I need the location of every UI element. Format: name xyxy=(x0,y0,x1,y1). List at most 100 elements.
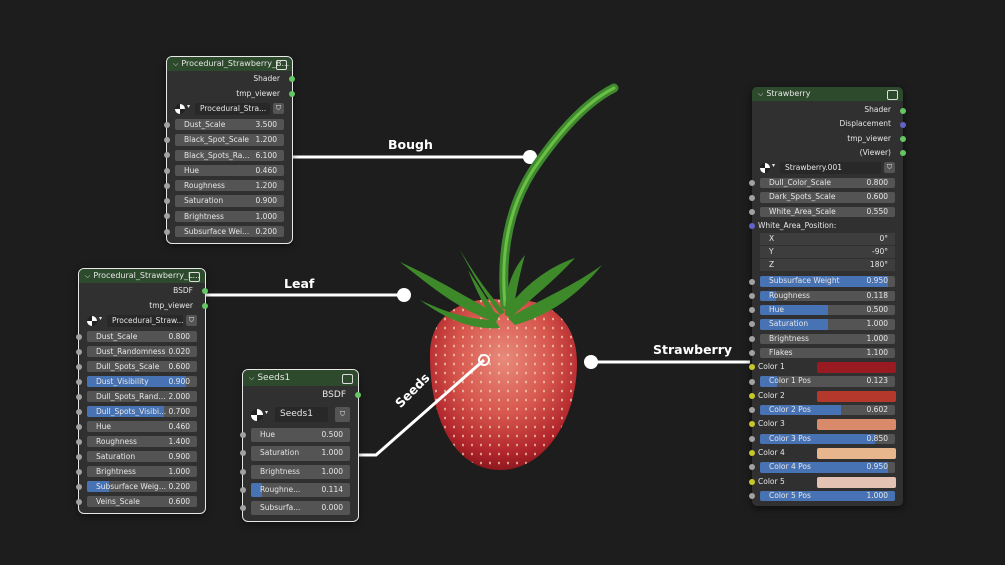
value-slider[interactable]: Dust_Randomness 0.020 xyxy=(87,346,197,357)
input-socket[interactable] xyxy=(240,487,246,494)
chevron-down-icon[interactable]: ⌵ xyxy=(85,269,90,283)
node-seeds[interactable]: ⌵ Seeds1 BSDF ▾ Seeds1 ⛉ Hue 0.500 Saturati… xyxy=(240,368,361,523)
color-swatch[interactable] xyxy=(817,390,896,402)
value-slider[interactable]: Subsurface Weig... 0.200 xyxy=(87,481,197,492)
input-socket[interactable] xyxy=(76,498,82,505)
value-slider[interactable]: Subsurfa... 0.000 xyxy=(251,501,350,516)
input-socket[interactable] xyxy=(164,152,170,159)
value-slider[interactable]: Black_Spot_Scale 1.200 xyxy=(175,134,284,146)
shield-icon[interactable]: ⛉ xyxy=(273,103,284,114)
color-swatch[interactable] xyxy=(817,447,896,459)
input-socket[interactable] xyxy=(76,348,82,355)
vector-component-field[interactable]: Y -90° xyxy=(760,246,895,259)
value-slider[interactable]: Dust_Visibility 0.900 xyxy=(87,376,197,387)
value-slider[interactable]: Brightness 1.000 xyxy=(251,464,350,479)
input-socket[interactable] xyxy=(164,213,170,220)
output-socket[interactable] xyxy=(289,90,295,97)
node-header[interactable]: ⌵ Procedural_Strawberry_L... xyxy=(79,269,205,283)
input-socket[interactable] xyxy=(240,450,246,457)
value-slider[interactable]: Dark_Spots_Scale 0.600 xyxy=(760,192,895,203)
node-header[interactable]: ⌵ Procedural_Strawberry_B... xyxy=(167,57,292,71)
datablock-selector[interactable]: ▾ Procedural_Straw... ⛉ xyxy=(79,313,205,329)
color-swatch[interactable] xyxy=(817,476,896,488)
value-slider[interactable]: Subsurface Wei... 0.200 xyxy=(175,226,284,238)
value-slider[interactable]: Brightness 1.000 xyxy=(175,210,284,223)
input-socket[interactable] xyxy=(749,223,755,230)
value-slider[interactable]: Hue 0.500 xyxy=(760,304,895,316)
value-slider[interactable]: Veins_Scale 0.600 xyxy=(87,496,197,507)
chevron-down-icon[interactable]: ⌵ xyxy=(249,370,254,386)
input-socket[interactable] xyxy=(749,321,755,328)
value-slider[interactable]: Black_Spots_Ra... 6.100 xyxy=(175,149,284,161)
input-socket[interactable] xyxy=(164,167,170,174)
vector-component-field[interactable]: Z 180° xyxy=(760,259,895,272)
value-slider[interactable]: Dull_Spots_Scale 0.600 xyxy=(87,361,197,372)
datablock-selector[interactable]: ▾ Procedural_Stra... ⛉ xyxy=(167,101,292,117)
datablock-selector[interactable]: ▾ Strawberry.001 ⛉ xyxy=(752,160,903,176)
node-bough[interactable]: ⌵ Procedural_Strawberry_B... Shader tmp_v… xyxy=(164,55,295,245)
output-socket[interactable] xyxy=(900,121,906,128)
input-socket[interactable] xyxy=(164,182,170,189)
input-socket[interactable] xyxy=(76,438,82,445)
value-slider[interactable]: Dust_Scale 0.800 xyxy=(87,331,197,342)
value-slider[interactable]: Dull_Spots_Rand... 2.000 xyxy=(87,391,197,402)
output-socket[interactable] xyxy=(900,107,906,114)
input-socket[interactable] xyxy=(240,468,246,475)
value-slider[interactable]: Roughness 1.200 xyxy=(175,180,284,192)
input-socket[interactable] xyxy=(164,121,170,128)
input-socket[interactable] xyxy=(749,421,755,428)
input-socket[interactable] xyxy=(76,378,82,385)
node-strawberry[interactable]: ⌵ Strawberry Shader Displacement tmp_view… xyxy=(749,87,906,507)
value-slider[interactable]: Roughne... 0.114 xyxy=(251,482,350,498)
input-socket[interactable] xyxy=(749,378,755,385)
chevron-down-icon[interactable]: ⌵ xyxy=(173,57,178,71)
output-socket[interactable] xyxy=(202,287,208,294)
input-socket[interactable] xyxy=(76,333,82,340)
value-slider[interactable]: Roughness 0.118 xyxy=(760,290,895,301)
input-socket[interactable] xyxy=(76,468,82,475)
output-socket[interactable] xyxy=(289,75,295,82)
value-slider[interactable]: Saturation 0.900 xyxy=(175,195,284,207)
value-slider[interactable]: Hue 0.500 xyxy=(251,428,350,443)
datablock-name[interactable]: Procedural_Stra... xyxy=(195,103,270,115)
input-socket[interactable] xyxy=(164,198,170,205)
input-socket[interactable] xyxy=(749,492,755,499)
input-socket[interactable] xyxy=(749,194,755,201)
input-socket[interactable] xyxy=(164,136,170,143)
value-slider[interactable]: Color 2 Pos 0.602 xyxy=(760,405,895,416)
shield-icon[interactable]: ⛉ xyxy=(884,162,895,174)
node-group-icon[interactable] xyxy=(887,90,898,100)
input-socket[interactable] xyxy=(749,464,755,471)
value-slider[interactable]: Brightness 1.000 xyxy=(87,466,197,477)
value-slider[interactable]: Saturation 0.900 xyxy=(87,451,197,462)
value-slider[interactable]: Saturation 1.000 xyxy=(251,446,350,461)
color-swatch[interactable] xyxy=(817,419,896,431)
input-socket[interactable] xyxy=(749,292,755,299)
input-socket[interactable] xyxy=(749,449,755,456)
caret-icon[interactable]: ▾ xyxy=(99,315,102,322)
value-slider[interactable]: Hue 0.460 xyxy=(87,421,197,432)
caret-icon[interactable]: ▾ xyxy=(772,162,775,169)
input-socket[interactable] xyxy=(240,432,246,439)
input-socket[interactable] xyxy=(76,408,82,415)
input-socket[interactable] xyxy=(164,228,170,235)
input-socket[interactable] xyxy=(749,307,755,314)
input-socket[interactable] xyxy=(749,392,755,399)
datablock-name[interactable]: Procedural_Straw... xyxy=(107,315,183,327)
output-socket[interactable] xyxy=(202,302,208,309)
node-header[interactable]: ⌵ Seeds1 xyxy=(243,370,358,386)
datablock-name[interactable]: Strawberry.001 xyxy=(780,162,881,175)
value-slider[interactable]: Hue 0.460 xyxy=(175,164,284,177)
shield-icon[interactable]: ⛉ xyxy=(335,407,350,422)
value-slider[interactable]: Subsurface Weight 0.950 xyxy=(760,276,895,287)
input-socket[interactable] xyxy=(240,505,246,512)
datablock-selector[interactable]: ▾ Seeds1 ⛉ xyxy=(243,404,358,426)
input-socket[interactable] xyxy=(749,407,755,414)
value-slider[interactable]: White_Area_Scale 0.550 xyxy=(760,206,895,218)
caret-icon[interactable]: ▾ xyxy=(265,409,268,416)
input-socket[interactable] xyxy=(749,350,755,356)
input-socket[interactable] xyxy=(76,393,82,400)
node-leaf[interactable]: ⌵ Procedural_Strawberry_L... BSDF tmp_vie… xyxy=(76,268,208,514)
node-group-icon[interactable] xyxy=(276,60,287,70)
value-slider[interactable]: Saturation 1.000 xyxy=(760,319,895,330)
